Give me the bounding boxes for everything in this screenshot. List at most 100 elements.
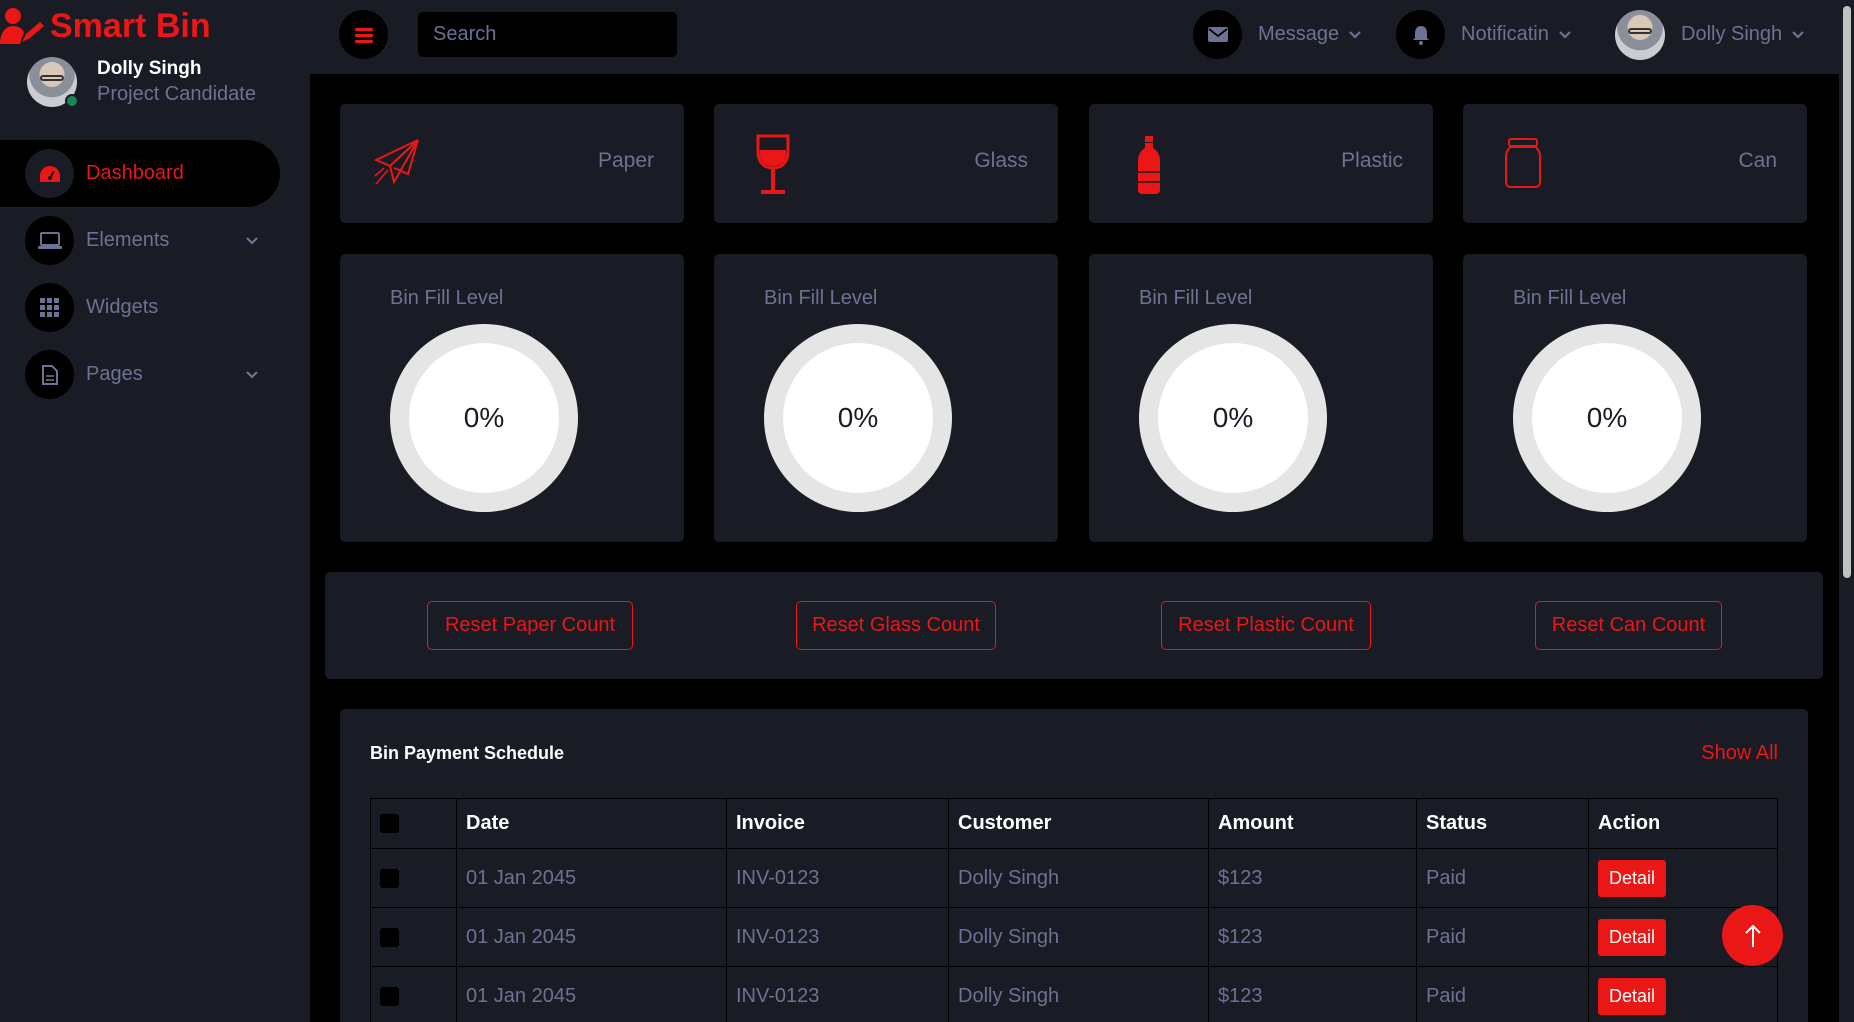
payment-table: Date Invoice Customer Amount Status Acti…	[370, 798, 1778, 1022]
invoice-cell: INV-0123	[726, 966, 949, 1022]
reset-paper-count-button[interactable]: Reset Paper Count	[427, 601, 633, 650]
speedometer-icon	[25, 149, 74, 198]
fill-level-gauge: 0%	[390, 324, 578, 512]
fill-level-card-paper: Bin Fill Level 0%	[340, 254, 684, 542]
menu-toggle-button[interactable]	[339, 10, 388, 59]
category-card-can: Can	[1463, 104, 1807, 223]
detail-button[interactable]: Detail	[1598, 977, 1667, 1015]
reset-can-count-button[interactable]: Reset Can Count	[1535, 601, 1722, 650]
notification-dropdown[interactable]: Notificatin	[1396, 10, 1571, 59]
profile-name: Dolly Singh	[97, 58, 202, 79]
category-label: Glass	[974, 149, 1028, 172]
sidebar-nav: Dashboard Elements Widgets Pages	[0, 140, 310, 408]
reset-glass-count-button[interactable]: Reset Glass Count	[796, 601, 996, 650]
fill-level-title: Bin Fill Level	[1139, 287, 1253, 309]
show-all-link[interactable]: Show All	[1701, 742, 1778, 765]
bottle-icon	[1138, 136, 1160, 194]
back-to-top-button[interactable]	[1722, 905, 1783, 966]
search-input[interactable]	[418, 12, 677, 57]
amount-cell: $123	[1208, 907, 1417, 967]
chevron-down-icon	[1792, 30, 1804, 39]
row-checkbox[interactable]	[380, 986, 399, 1006]
invoice-cell: INV-0123	[726, 848, 949, 908]
row-select-cell	[370, 907, 457, 967]
user-edit-icon	[0, 8, 44, 44]
fill-level-value: 0%	[1158, 343, 1308, 493]
sidebar-profile: Dolly Singh Project Candidate	[27, 57, 256, 108]
status-cell: Paid	[1416, 907, 1589, 967]
row-checkbox[interactable]	[380, 927, 399, 947]
file-icon	[25, 350, 74, 399]
customer-cell: Dolly Singh	[948, 907, 1209, 967]
laptop-icon	[25, 216, 74, 265]
chevron-down-icon	[1559, 30, 1571, 39]
amount-cell: $123	[1208, 966, 1417, 1022]
wine-glass-icon	[756, 134, 790, 194]
detail-button[interactable]: Detail	[1598, 918, 1667, 956]
sidebar-item-label: Pages	[86, 363, 143, 385]
select-all-cell	[370, 798, 457, 849]
message-dropdown[interactable]: Message	[1193, 10, 1361, 59]
category-label: Paper	[597, 149, 654, 172]
fill-level-gauge: 0%	[1139, 324, 1327, 512]
page-scrollbar[interactable]	[1839, 0, 1854, 1022]
reset-plastic-count-button[interactable]: Reset Plastic Count	[1161, 601, 1371, 650]
category-label: Can	[1738, 149, 1777, 172]
select-all-checkbox[interactable]	[380, 814, 399, 834]
sidebar-item-label: Dashboard	[86, 162, 184, 184]
table-title: Bin Payment Schedule	[370, 743, 565, 763]
action-cell: Detail	[1588, 966, 1778, 1022]
message-label: Message	[1258, 23, 1340, 45]
user-dropdown[interactable]: Dolly Singh	[1615, 9, 1804, 60]
date-cell: 01 Jan 2045	[456, 966, 727, 1022]
profile-role: Project Candidate	[97, 83, 256, 105]
invoice-cell: INV-0123	[726, 907, 949, 967]
arrow-up-icon	[1744, 924, 1761, 947]
fill-level-gauge: 0%	[764, 324, 952, 512]
sidebar-item-widgets[interactable]: Widgets	[0, 274, 310, 341]
category-card-plastic: Plastic	[1089, 104, 1433, 223]
fill-level-card-can: Bin Fill Level 0%	[1463, 254, 1807, 542]
row-select-cell	[370, 848, 457, 908]
avatar	[1615, 9, 1665, 60]
table-header-row: Date Invoice Customer Amount Status Acti…	[370, 798, 1778, 849]
payment-schedule-card: Bin Payment Schedule Show All Date Invoi…	[340, 709, 1808, 1022]
bell-icon	[1396, 10, 1445, 59]
row-select-cell	[370, 966, 457, 1022]
column-header: Amount	[1208, 798, 1417, 849]
sidebar: Smart Bin Dolly Singh Project Candidate …	[0, 0, 310, 1022]
fill-level-title: Bin Fill Level	[1513, 287, 1627, 309]
fill-level-title: Bin Fill Level	[764, 287, 878, 309]
scrollbar-thumb[interactable]	[1843, 6, 1851, 578]
user-name: Dolly Singh	[1681, 23, 1783, 45]
hamburger-icon	[354, 27, 373, 43]
table-row: 01 Jan 2045 INV-0123 Dolly Singh $123 Pa…	[370, 966, 1778, 1022]
category-card-paper: Paper	[340, 104, 684, 223]
fill-level-value: 0%	[1532, 343, 1682, 493]
brand-logo[interactable]: Smart Bin	[0, 4, 211, 48]
brand-name: Smart Bin	[50, 6, 211, 45]
action-cell: Detail	[1588, 848, 1778, 908]
sidebar-item-label: Elements	[86, 229, 170, 251]
fill-level-gauge: 0%	[1513, 324, 1701, 512]
fill-level-card-glass: Bin Fill Level 0%	[714, 254, 1058, 542]
sidebar-item-pages[interactable]: Pages	[0, 341, 310, 408]
customer-cell: Dolly Singh	[948, 848, 1209, 908]
table-row: 01 Jan 2045 INV-0123 Dolly Singh $123 Pa…	[370, 907, 1778, 967]
envelope-icon	[1193, 10, 1242, 59]
table-row: 01 Jan 2045 INV-0123 Dolly Singh $123 Pa…	[370, 848, 1778, 908]
sidebar-item-elements[interactable]: Elements	[0, 207, 310, 274]
category-card-glass: Glass	[714, 104, 1058, 223]
detail-button[interactable]: Detail	[1598, 859, 1667, 897]
column-header: Invoice	[726, 798, 949, 849]
category-label: Plastic	[1341, 149, 1403, 172]
status-cell: Paid	[1416, 848, 1589, 908]
amount-cell: $123	[1208, 848, 1417, 908]
column-header: Action	[1588, 798, 1778, 849]
date-cell: 01 Jan 2045	[456, 907, 727, 967]
chevron-down-icon	[246, 236, 258, 245]
row-checkbox[interactable]	[380, 868, 399, 888]
date-cell: 01 Jan 2045	[456, 848, 727, 908]
fill-level-value: 0%	[409, 343, 559, 493]
sidebar-item-dashboard[interactable]: Dashboard	[0, 140, 280, 207]
